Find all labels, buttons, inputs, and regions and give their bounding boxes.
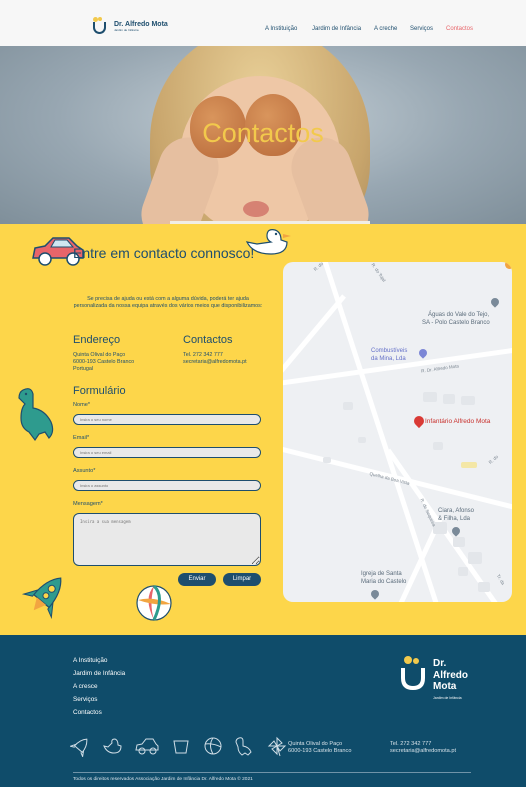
send-button[interactable]: Enviar	[178, 573, 216, 586]
brand-logo[interactable]: Dr. Alfredo Mota Jardim de Infância	[92, 17, 168, 35]
dinosaur-icon	[235, 737, 252, 756]
poi-label: Igreja de Santa	[361, 571, 402, 577]
footer-email[interactable]: secretaria@alfredomota.pt	[390, 748, 456, 755]
hero-banner: Contactos	[0, 46, 526, 224]
car-icon	[135, 738, 159, 755]
duck-icon	[103, 738, 122, 754]
address-line: 6000-193 Castelo Branco	[73, 359, 135, 366]
footer-link-instituicao[interactable]: A Instituição	[73, 657, 107, 664]
nav-item-a-creche[interactable]: A creche	[374, 26, 397, 32]
email-field[interactable]	[73, 447, 261, 458]
contact-heading: Entre em contacto connosco!	[73, 245, 255, 261]
contacts-block: Tel. 272 342 777 secretaria@alfredomota.…	[183, 352, 247, 366]
address-line: Quinta Olival do Paço	[73, 352, 126, 358]
contacts-title: Contactos	[183, 334, 233, 346]
poi-label: Maria do Castelo	[361, 579, 407, 585]
footer-logo-line: Alfredo	[433, 669, 468, 681]
poi-label: da Mina, Lda	[371, 356, 406, 362]
footer-logo-subtitle: Jardim de Infância	[433, 696, 462, 700]
restaurant-pin-icon	[505, 262, 512, 269]
subject-label: Assunto*	[73, 468, 96, 474]
poi-label: SA - Polo Castelo Branco	[422, 320, 490, 326]
rocket-icon	[70, 738, 88, 757]
message-label: Mensagem*	[73, 501, 103, 507]
subject-field[interactable]	[73, 480, 261, 491]
brand-subtitle: Jardim de Infância	[114, 27, 139, 32]
footer-logo-text: Dr. Alfredo Mota	[433, 658, 468, 693]
nav-item-contactos[interactable]: Contactos	[446, 26, 473, 32]
footer-logo-mark-icon	[401, 656, 425, 691]
contact-email[interactable]: secretaria@alfredomota.pt	[183, 359, 247, 366]
poi-label: Águas do Vale do Tejo,	[428, 312, 490, 318]
pinwheel-icon	[267, 736, 287, 757]
dinosaur-icon	[18, 388, 54, 442]
footer-link-jardim[interactable]: Jardim de Infância	[73, 670, 125, 677]
address-line: Portugal	[73, 366, 94, 373]
message-field[interactable]	[73, 513, 261, 566]
clear-button[interactable]: Limpar	[223, 573, 261, 586]
hero-title: Contactos	[202, 118, 324, 148]
name-field[interactable]	[73, 414, 261, 425]
name-label: Nome*	[73, 402, 91, 408]
form-title: Formulário	[73, 385, 126, 397]
road-label: R. do	[312, 262, 325, 272]
poi-label: & Filha, Lda	[438, 516, 471, 522]
top-navigation-bar: Dr. Alfredo Mota Jardim de Infância A In…	[0, 0, 526, 46]
poi-pin-icon	[450, 525, 462, 537]
footer-link-cresce[interactable]: A cresce	[73, 683, 98, 690]
beach-ball-icon	[204, 737, 222, 755]
poi-label: Combustíveis	[371, 348, 408, 354]
footer-link-contactos[interactable]: Contactos	[73, 709, 102, 716]
footer-link-servicos[interactable]: Serviços	[73, 696, 98, 703]
address-title: Endereço	[73, 334, 121, 346]
footer-address: Quinta Olival do Paço 6000-193 Castelo B…	[288, 741, 351, 756]
contact-intro: Se precisa de ajuda ou está com a alguma…	[73, 296, 263, 310]
cup-icon	[173, 740, 189, 754]
road-label: R. do Tojal	[370, 262, 387, 283]
poi-pin-icon	[489, 296, 501, 308]
nav-item-jardim-de-infancia[interactable]: Jardim de Infância	[312, 26, 361, 32]
footer-logo-line: Mota	[433, 681, 457, 692]
location-map[interactable]: R. do R. do Tojal R. Dr. Alfredo Mota Qu…	[283, 262, 512, 602]
copyright-text: Todos os direitos reservados Associação …	[73, 777, 253, 782]
email-label: Email*	[73, 435, 90, 441]
logo-mark-icon	[92, 17, 110, 35]
beach-ball-icon	[136, 584, 172, 621]
footer-phone[interactable]: Tel. 272 342 777	[390, 741, 456, 748]
footer-divider	[73, 772, 471, 773]
fuel-pin-icon	[417, 347, 429, 359]
church-pin-icon	[369, 588, 381, 600]
road-label: Tr. da	[495, 573, 506, 586]
infantario-map-label[interactable]: Infantário Alfredo Mota	[425, 418, 490, 425]
footer-address-line: 6000-193 Castelo Branco	[288, 748, 352, 755]
brand-name: Dr. Alfredo Mota	[114, 20, 168, 28]
nav-item-servicos[interactable]: Serviços	[410, 26, 433, 32]
address-block: Quinta Olival do Paço 6000-193 Castelo B…	[73, 352, 134, 373]
nav-item-instituicao[interactable]: A Instituição	[265, 26, 297, 32]
location-pin-icon[interactable]	[411, 413, 427, 429]
footer-contacts: Tel. 272 342 777 secretaria@alfredomota.…	[390, 741, 456, 756]
road-label: R. do	[487, 454, 500, 465]
contact-phone[interactable]: Tel. 272 342 777	[183, 352, 247, 359]
footer-logo-line: Dr.	[433, 658, 447, 669]
footer-illustrations	[70, 735, 288, 757]
footer-address-line: Quinta Olival do Paço	[288, 741, 343, 747]
rocket-icon	[21, 577, 62, 620]
poi-label: Ciara, Afonso	[438, 508, 475, 514]
